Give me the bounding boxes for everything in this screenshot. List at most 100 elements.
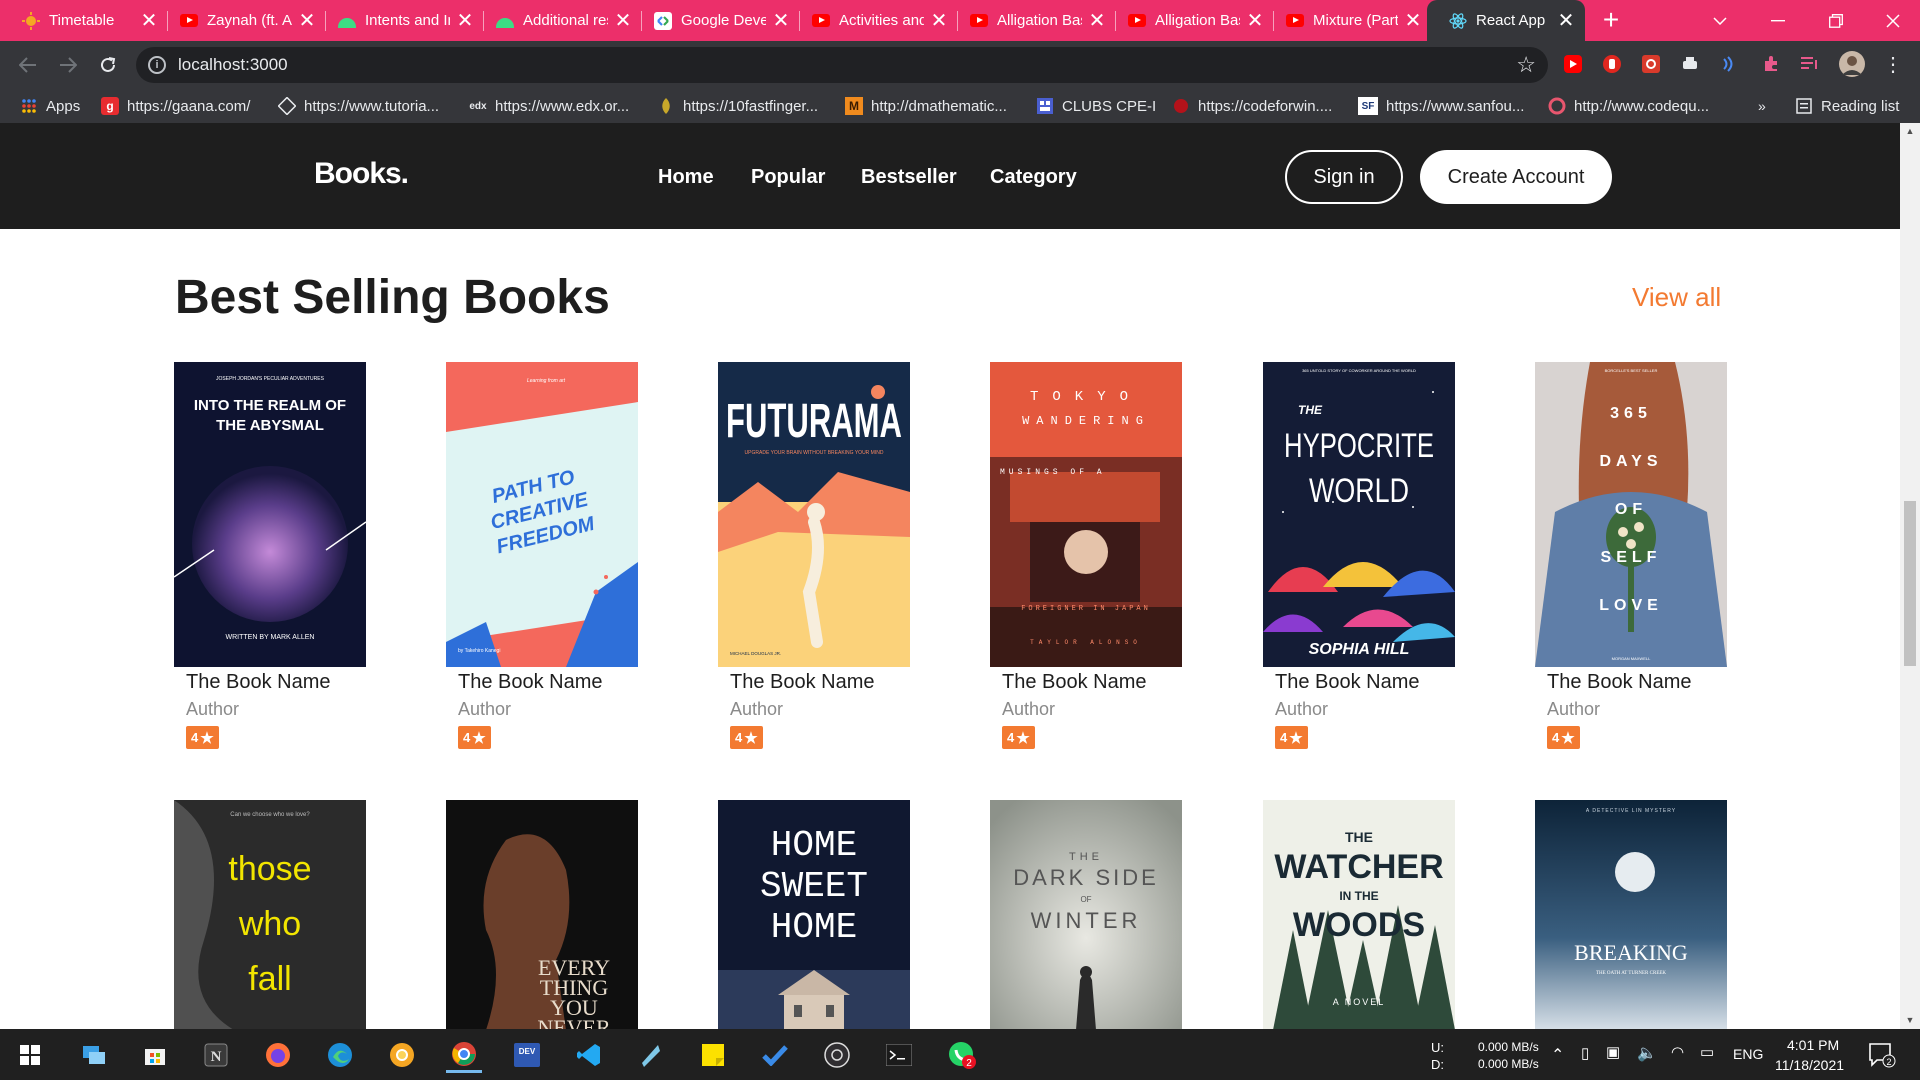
nav-category[interactable]: Category — [990, 166, 1077, 189]
tab-close-button[interactable]: ✕ — [1404, 11, 1422, 31]
tab-alligation-1[interactable]: Alligation Basics ✕ — [948, 0, 1116, 41]
bookmark-tutorialspoint[interactable]: https://www.tutoria... — [278, 89, 439, 123]
book-title[interactable]: The Book Name — [1002, 671, 1147, 694]
tab-close-button[interactable]: ✕ — [1088, 11, 1106, 31]
back-button[interactable] — [8, 41, 48, 89]
address-bar[interactable]: i localhost:3000 ☆ — [136, 47, 1548, 83]
tab-close-button[interactable]: ✕ — [772, 11, 790, 31]
device-icon[interactable]: ▯ — [1581, 1044, 1589, 1062]
view-all-link[interactable]: View all — [1632, 282, 1721, 313]
vscode-icon[interactable] — [571, 1037, 607, 1073]
dev-community-icon[interactable]: DEV — [509, 1037, 545, 1073]
book-title[interactable]: The Book Name — [186, 671, 331, 694]
chrome-canary-icon[interactable] — [384, 1037, 420, 1073]
book-title[interactable]: The Book Name — [1275, 671, 1420, 694]
tab-timetable[interactable]: Timetable ✕ — [0, 0, 168, 41]
more-bookmarks-button[interactable]: » — [1758, 89, 1766, 123]
notes-app-icon[interactable] — [632, 1037, 668, 1073]
book-cover[interactable]: Learning from art PATH TO CREATIVE FREED… — [446, 362, 638, 667]
tab-close-button[interactable]: ✕ — [1246, 11, 1264, 31]
media-queue-icon[interactable] — [1799, 53, 1821, 75]
site-logo[interactable]: Books. — [314, 157, 409, 191]
bookmark-star-icon[interactable]: ☆ — [1516, 52, 1536, 78]
windows-start-icon[interactable] — [12, 1037, 48, 1073]
chrome-icon[interactable] — [446, 1037, 482, 1073]
show-hidden-icons-chevron[interactable]: ⌃ — [1551, 1045, 1564, 1065]
tab-activities[interactable]: Activities and Tasks ✕ — [790, 0, 958, 41]
chrome-menu-icon[interactable]: ⋮ — [1882, 53, 1904, 76]
extension-gear-icon[interactable] — [1640, 53, 1662, 75]
tab-react-app[interactable]: React App ✕ — [1427, 0, 1585, 41]
bookmark-clubs[interactable]: CLUBS CPE-I — [1036, 89, 1156, 123]
book-title[interactable]: The Book Name — [1547, 671, 1692, 694]
microsoft-store-icon[interactable] — [137, 1037, 173, 1073]
bookmark-dmathematics[interactable]: M http://dmathematic... — [845, 89, 1007, 123]
tab-zaynah[interactable]: Zaynah (ft. Ali Sethi) ✕ — [158, 0, 326, 41]
book-cover[interactable]: Can we choose who we love? those who fal… — [174, 800, 366, 1029]
network-icon[interactable]: ▣ — [1606, 1043, 1620, 1061]
wifi-icon[interactable]: ◠ — [1671, 1043, 1684, 1061]
tab-close-button[interactable]: ✕ — [1557, 11, 1575, 31]
close-window-button[interactable] — [1864, 0, 1920, 41]
book-cover[interactable]: THE DARK SIDE OF WINTER — [990, 800, 1182, 1029]
reading-list-button[interactable]: Reading list — [1795, 89, 1899, 123]
tab-close-button[interactable]: ✕ — [456, 11, 474, 31]
volume-icon[interactable]: 🔈 — [1637, 1043, 1657, 1063]
todo-icon[interactable] — [757, 1037, 793, 1073]
create-account-button[interactable]: Create Account — [1420, 150, 1612, 204]
firefox-icon[interactable] — [260, 1037, 296, 1073]
bookmark-codequotient[interactable]: http://www.codequ... — [1548, 89, 1709, 123]
nav-home[interactable]: Home — [658, 166, 714, 189]
tab-mixture[interactable]: Mixture (Part 1) ✕ — [1264, 0, 1432, 41]
minimize-button[interactable] — [1749, 0, 1807, 41]
book-cover[interactable]: THE WATCHER IN THE WOODS A NOVEL — [1263, 800, 1455, 1029]
new-tab-button[interactable]: + — [1596, 0, 1626, 41]
tab-close-button[interactable]: ✕ — [298, 11, 316, 31]
scroll-up-arrow[interactable]: ▲ — [1900, 123, 1920, 140]
tab-close-button[interactable]: ✕ — [930, 11, 948, 31]
nav-bestseller[interactable]: Bestseller — [861, 166, 957, 189]
obs-icon[interactable] — [819, 1037, 855, 1073]
bookmark-sanfoundry[interactable]: SF https://www.sanfou... — [1358, 89, 1524, 123]
site-info-icon[interactable]: i — [148, 56, 166, 74]
extension-youtube-icon[interactable] — [1562, 53, 1584, 75]
book-cover[interactable]: HOME SWEET HOME — [718, 800, 910, 1029]
restore-button[interactable] — [1807, 0, 1865, 41]
book-cover[interactable]: 365 UNTOLD STORY OF COWORKER AROUND THE … — [1263, 362, 1455, 667]
language-indicator[interactable]: ENG — [1733, 1046, 1763, 1062]
sign-in-button[interactable]: Sign in — [1285, 150, 1403, 204]
extension-printer-icon[interactable] — [1679, 53, 1701, 75]
book-cover[interactable]: JOSEPH JORDAN'S PECULIAR ADVENTURES INTO… — [174, 362, 366, 667]
extensions-puzzle-icon[interactable] — [1760, 53, 1782, 75]
forward-button[interactable] — [48, 41, 88, 89]
battery-icon[interactable]: ▭ — [1700, 1043, 1714, 1061]
scroll-thumb[interactable] — [1904, 501, 1916, 666]
book-cover[interactable]: A DETECTIVE LIN MYSTERY BREAKING THE OAT… — [1535, 800, 1727, 1029]
book-title[interactable]: The Book Name — [730, 671, 875, 694]
whatsapp-icon[interactable]: 2 — [944, 1037, 980, 1073]
tab-google-developers[interactable]: Google Developers ✕ — [632, 0, 800, 41]
tab-additional[interactable]: Additional resources ✕ — [474, 0, 642, 41]
clock-time[interactable]: 4:01 PM — [1787, 1037, 1839, 1053]
task-view-icon[interactable] — [76, 1037, 112, 1073]
extension-red-hand-icon[interactable] — [1601, 53, 1623, 75]
book-cover[interactable]: FUTURAMA UPGRADE YOUR BRAIN WITHOUT BREA… — [718, 362, 910, 667]
reload-button[interactable] — [88, 41, 128, 89]
tab-alligation-2[interactable]: Alligation Basics ✕ — [1106, 0, 1274, 41]
book-cover[interactable]: BORCELLE'S BEST SELLER 365 DAYS OF SELF … — [1535, 362, 1727, 667]
profile-avatar[interactable] — [1839, 51, 1865, 77]
tab-close-button[interactable]: ✕ — [140, 11, 158, 31]
sticky-notes-icon[interactable] — [695, 1037, 731, 1073]
bookmark-10fastfingers[interactable]: https://10fastfinger... — [657, 89, 818, 123]
bookmark-codeforwin[interactable]: https://codeforwin.... — [1172, 89, 1332, 123]
bookmark-apps[interactable]: Apps — [20, 89, 80, 123]
edge-icon[interactable] — [322, 1037, 358, 1073]
notifications-icon[interactable]: 2 — [1864, 1037, 1900, 1073]
book-cover[interactable]: TOKYO WANDERING MUSINGS OF A FOREIGNER I… — [990, 362, 1182, 667]
tab-close-button[interactable]: ✕ — [614, 11, 632, 31]
clock-date[interactable]: 11/18/2021 — [1775, 1057, 1844, 1073]
bookmark-gaana[interactable]: g https://gaana.com/ — [101, 89, 250, 123]
nav-popular[interactable]: Popular — [751, 166, 825, 189]
extension-wave-icon[interactable] — [1718, 53, 1740, 75]
tab-intents[interactable]: Intents and Intent Filters ✕ — [316, 0, 484, 41]
